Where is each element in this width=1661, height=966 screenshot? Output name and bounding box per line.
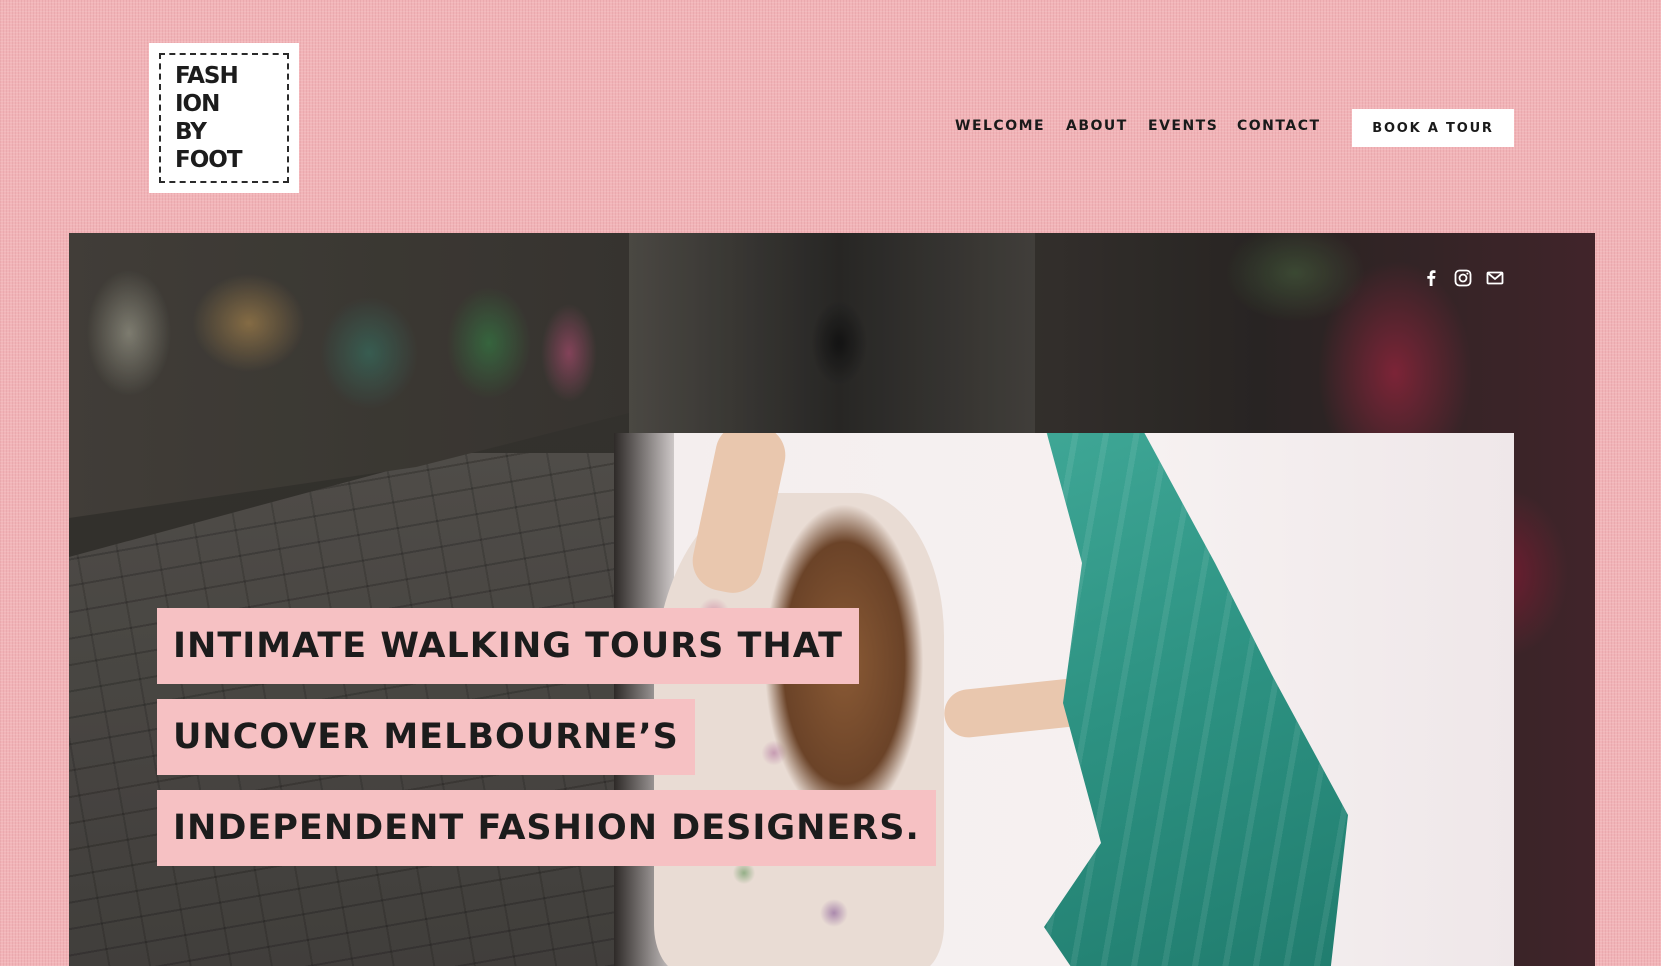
headline-line: UNCOVER MELBOURNE’S (157, 699, 695, 775)
headline-line: INDEPENDENT FASHION DESIGNERS. (157, 790, 936, 866)
logo-text-line: BY (175, 119, 207, 145)
instagram-icon[interactable] (1453, 268, 1473, 288)
nav-link-events[interactable]: EVENTS (1148, 118, 1218, 134)
facebook-icon[interactable] (1421, 268, 1441, 288)
email-icon[interactable] (1485, 268, 1505, 288)
book-a-tour-button[interactable]: BOOK A TOUR (1352, 109, 1514, 147)
teal-fabric-shape (1044, 433, 1348, 966)
logo-text-line: FASH (175, 63, 239, 89)
main-nav: WELCOME ABOUT EVENTS CONTACT (955, 118, 1324, 134)
logo-frame: FASH ION BY FOOT (159, 53, 289, 183)
headline-line: INTIMATE WALKING TOURS THAT (157, 608, 859, 684)
nav-link-welcome[interactable]: WELCOME (955, 118, 1047, 134)
nav-link-contact[interactable]: CONTACT (1237, 118, 1324, 134)
logo-text-line: FOOT (175, 147, 243, 173)
nav-link-about[interactable]: ABOUT (1066, 118, 1129, 134)
social-links (1421, 268, 1505, 288)
hero-headline: INTIMATE WALKING TOURS THAT UNCOVER MELB… (157, 608, 936, 866)
site-logo[interactable]: FASH ION BY FOOT (149, 43, 299, 193)
logo-text-line: ION (175, 91, 220, 117)
